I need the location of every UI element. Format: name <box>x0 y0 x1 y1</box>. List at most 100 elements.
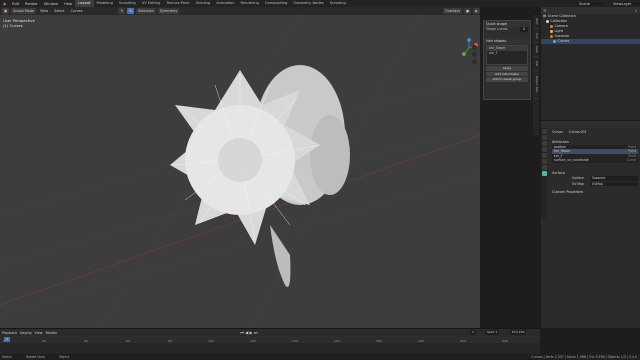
outliner-item-curves[interactable]: Curves <box>541 39 640 44</box>
menu-window[interactable]: Window <box>41 2 61 6</box>
3d-viewport[interactable]: User Perspective (1) Curves <box>0 15 480 328</box>
selection-toggle[interactable]: Selection <box>136 8 156 14</box>
view-layer-selector[interactable]: ViewLayer <box>610 1 640 6</box>
outliner: ☰ ⌕ ▤ Scene Collection Collection Camera… <box>541 7 640 120</box>
scene-tab-icon[interactable] <box>541 147 547 152</box>
menu-view[interactable]: View <box>38 8 50 14</box>
menu-marker[interactable]: Marker <box>46 331 58 335</box>
modifier-tab-icon[interactable] <box>541 165 547 170</box>
overlays-button[interactable]: Overlays <box>443 8 463 14</box>
custom-properties-header[interactable]: Custom Properties <box>550 190 640 195</box>
tab-sculpting[interactable]: Sculpting <box>116 0 139 7</box>
tick-label: 240 <box>502 339 508 343</box>
tab-texture-paint[interactable]: Texture Paint <box>163 0 192 7</box>
add-to-asset-group-button[interactable]: Add to Asset group <box>486 77 528 82</box>
tab-scripting[interactable]: Scripting <box>327 0 349 7</box>
collection-icon: ▤ <box>543 14 547 18</box>
scene-selector[interactable]: Scene <box>576 1 604 6</box>
outliner-item-label: Curves <box>557 39 570 43</box>
playback-controls[interactable]: ⏮ ◀ ▶ ⏭ <box>240 330 257 335</box>
end-frame-field[interactable]: End 250 <box>510 330 527 335</box>
render-tab-icon[interactable] <box>541 135 547 140</box>
brush-icon[interactable]: ✎ <box>118 8 126 14</box>
uv-map-label: UV Map <box>572 181 584 186</box>
mesh-icon <box>550 35 553 38</box>
pan-icon[interactable] <box>472 52 477 57</box>
shading-solid-icon[interactable]: ● <box>464 8 472 14</box>
tick-label: 80 <box>168 339 172 343</box>
status-rotate-hint: Rotate View <box>25 355 45 359</box>
camera-view-icon[interactable] <box>472 59 477 64</box>
attribute-domain: Curve <box>626 158 636 162</box>
menu-curves[interactable]: Curves <box>69 8 85 14</box>
zoom-icon[interactable] <box>472 45 477 50</box>
attribute-row[interactable]: surface_uv_coordinate Curve <box>552 158 638 163</box>
timeline-track[interactable] <box>0 336 540 343</box>
blender-logo-icon[interactable]: ◉ <box>0 2 9 6</box>
mode-selector[interactable]: Sculpt Mode <box>11 8 37 14</box>
tab-view[interactable]: View <box>533 43 539 57</box>
camera-icon <box>550 25 553 28</box>
status-object-hint: Object <box>58 355 70 359</box>
tab-shading[interactable]: Shading <box>193 0 214 7</box>
sidebar-panel: Quick shape Shape curves 8 Hair shapes e… <box>483 20 531 100</box>
end-label: End <box>512 330 518 334</box>
data-tab-icon[interactable] <box>541 171 547 176</box>
list-item[interactable]: ear_F <box>487 51 527 56</box>
tab-modeling[interactable]: Modeling <box>94 0 116 7</box>
menu-render[interactable]: Render <box>22 2 41 6</box>
properties-header <box>541 121 640 128</box>
surface-value[interactable]: Suzanne <box>590 176 638 181</box>
timeline: Playback Keying View Marker ⏮ ◀ ▶ ⏭ 1 St… <box>0 328 540 354</box>
tab-layout[interactable]: Layout <box>75 0 94 7</box>
hair-shapes-header[interactable]: Hair shapes <box>484 38 530 44</box>
object-name: Curves <box>552 129 563 134</box>
world-tab-icon[interactable] <box>541 153 547 158</box>
tick-label: 0 <box>3 339 5 343</box>
add-individually-button[interactable]: Add individually <box>486 71 528 76</box>
menu-select[interactable]: Select <box>52 8 66 14</box>
attribute-name: surface_uv_coordinate <box>554 158 589 162</box>
menu-keying[interactable]: Keying <box>20 331 31 335</box>
start-frame-field[interactable]: Start 1 <box>485 330 500 335</box>
tab-uv-editing[interactable]: UV Editing <box>139 0 164 7</box>
shape-curves-field[interactable]: Shape curves 8 <box>484 27 530 32</box>
shape-curves-label: Shape curves <box>486 27 508 31</box>
menu-help[interactable]: Help <box>61 2 75 6</box>
menu-playback[interactable]: Playback <box>2 331 17 335</box>
tick-label: 20 <box>42 339 46 343</box>
brush-icon-active[interactable]: ✎ <box>127 8 135 14</box>
viewport-info: User Perspective (1) Curves <box>3 18 35 28</box>
uv-map-field[interactable]: UV Map UVMap <box>550 181 640 187</box>
tick-label: 40 <box>84 339 88 343</box>
output-tab-icon[interactable] <box>541 141 547 146</box>
hair-shapes-list[interactable]: ear_flower ear_F <box>486 45 528 65</box>
tab-compositing[interactable]: Compositing <box>262 0 291 7</box>
shape-curves-value[interactable]: 8 <box>519 27 528 32</box>
outliner-search-icon[interactable]: ⌕ <box>635 8 637 13</box>
tab-tool[interactable]: Tool <box>533 29 539 43</box>
object-breadcrumb: Curves Curves.001 <box>550 128 640 134</box>
tab-geometry-nodes[interactable]: Geometry Nodes <box>290 0 326 7</box>
collection-icon <box>546 20 549 23</box>
current-frame-field[interactable]: 1 <box>470 330 476 335</box>
tab-animation[interactable]: Animation <box>213 0 237 7</box>
menu-edit[interactable]: Edit <box>9 2 22 6</box>
attributes-list[interactable]: position Point ear_flower Point ear_F Po… <box>552 144 638 163</box>
tab-item[interactable]: Item <box>533 15 539 29</box>
properties-editor: Curves Curves.001 Attributes position Po… <box>541 120 640 328</box>
object-tab-icon[interactable] <box>541 159 547 164</box>
apply-button[interactable]: Apply <box>486 66 528 71</box>
symmetry-toggle[interactable]: Symmetry <box>157 8 180 14</box>
tab-rendering[interactable]: Rendering <box>238 0 262 7</box>
tool-tab-icon[interactable] <box>541 129 547 134</box>
outliner-type-icon[interactable]: ☰ <box>543 8 547 13</box>
uv-map-value[interactable]: UVMap <box>590 181 638 186</box>
tab-object-data[interactable]: Object data <box>533 71 539 99</box>
shading-material-icon[interactable]: ◐ <box>473 8 480 14</box>
tick-label: 200 <box>418 339 424 343</box>
tab-edit[interactable]: Edit <box>533 57 539 71</box>
data-name-label: Curves.001 <box>568 129 587 134</box>
editor-type-icon[interactable]: ▣ <box>2 8 10 14</box>
menu-view[interactable]: View <box>35 331 43 335</box>
